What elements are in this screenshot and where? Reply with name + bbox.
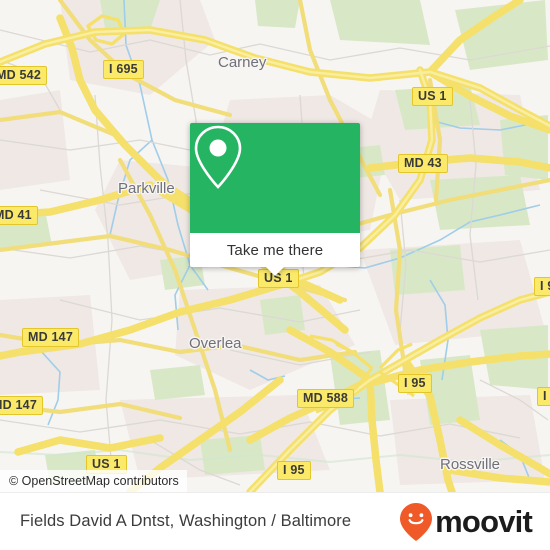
take-me-there-label: Take me there [226, 241, 324, 259]
highway-shield-i-95-interchange: I 95 [398, 374, 432, 393]
highway-shield-md-43: MD 43 [398, 154, 448, 173]
highway-shield-i-95-southeast: I 95 [537, 387, 550, 406]
highway-shield-i-95-south: I 95 [277, 461, 311, 480]
highway-shield-i-95-east: I 95 [534, 277, 550, 296]
popup-pointer-tip [266, 267, 284, 276]
attribution-text: © OpenStreetMap contributors [9, 474, 179, 488]
page-title: Fields David A Dntst, Washington / Balti… [20, 512, 352, 530]
take-me-there-button[interactable]: Take me there [190, 233, 360, 276]
popup-image-panel [190, 123, 360, 233]
highway-shield-md-41: MD 41 [0, 206, 38, 225]
location-popup-card[interactable]: Take me there [190, 123, 360, 276]
footer-bar: Fields David A Dntst, Washington / Balti… [0, 492, 550, 550]
moovit-smiling-pin-icon [400, 502, 433, 541]
map-canvas[interactable]: Carney Parkville Overlea Rossville MD 54… [0, 0, 550, 492]
highway-shield-i-695: I 695 [103, 60, 144, 79]
moovit-logo[interactable]: moovit [399, 502, 533, 542]
highway-shield-us-1-north: US 1 [412, 87, 453, 106]
highway-shield-md-542: MD 542 [0, 66, 47, 85]
highway-shield-md-588: MD 588 [297, 389, 354, 408]
map-pin-icon [194, 125, 242, 189]
moovit-wordmark: moovit [435, 504, 533, 539]
highway-shield-md-147-south: MD 147 [0, 396, 43, 415]
map-attribution[interactable]: © OpenStreetMap contributors [0, 470, 187, 492]
moovit-map-screenshot: Carney Parkville Overlea Rossville MD 54… [0, 0, 550, 550]
highway-shield-md-147-north: MD 147 [22, 328, 79, 347]
